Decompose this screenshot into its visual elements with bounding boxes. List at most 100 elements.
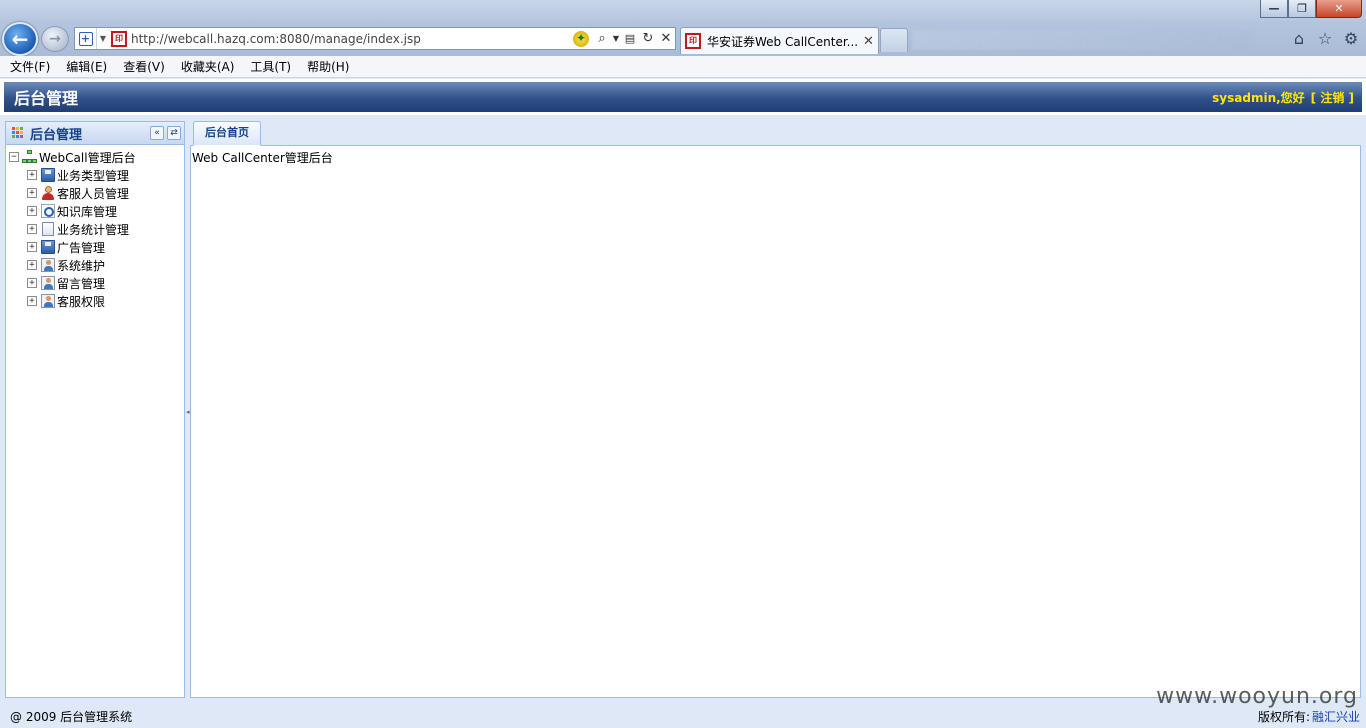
tree-item-label: 客服人员管理 (57, 186, 130, 201)
compatibility-view-icon[interactable]: ✦ (573, 30, 589, 47)
user-icon (40, 185, 55, 201)
menu-favorites[interactable]: 收藏夹(A) (175, 57, 241, 77)
tree-item-knowledge-base[interactable]: + 知识库管理 (9, 202, 184, 220)
app-header: 后台管理 sysadmin,您好 [ 注销 ] (0, 79, 1366, 115)
main-panel: 后台首页 Web CallCenter管理后台 (190, 119, 1361, 698)
menu-edit[interactable]: 编辑(E) (60, 57, 113, 77)
tab-close-icon[interactable]: ✕ (863, 34, 874, 49)
tree-item-ads[interactable]: + 广告管理 (9, 238, 184, 256)
tab-title: 华安证券Web CallCenter... (707, 34, 857, 49)
tab-home[interactable]: 后台首页 (193, 121, 261, 146)
rights-label: 版权所有: (1257, 709, 1310, 724)
nav-tree: − WebCall管理后台 + 业务类型管理 + 客服人员管理 + 知识库管理 … (6, 145, 184, 310)
menu-bar: 文件(F) 编辑(E) 查看(V) 收藏夹(A) 工具(T) 帮助(H) (0, 56, 1366, 78)
tree-item-label: 知识库管理 (57, 204, 118, 219)
collapse-icon[interactable]: − (9, 152, 19, 162)
menu-view[interactable]: 查看(V) (117, 57, 171, 77)
user-area: sysadmin,您好 [ 注销 ] (1212, 89, 1354, 106)
favorites-star-icon[interactable]: ☆ (1316, 29, 1334, 48)
content-tab-strip: 后台首页 (190, 119, 1361, 146)
address-bar: + ▼ 印 ✦ ⌕ ▼ ▤ ↻ ✕ (74, 27, 676, 50)
rights-owner-link[interactable]: 融汇兴业 (1312, 708, 1360, 725)
document-icon (40, 222, 55, 237)
rss-icon[interactable]: ▤ (621, 32, 639, 45)
collapse-panel-button[interactable]: « (150, 126, 164, 140)
expand-icon[interactable]: + (27, 242, 37, 252)
url-input[interactable] (131, 29, 573, 48)
forward-button[interactable]: → (41, 26, 69, 52)
search-doc-icon (40, 204, 55, 219)
expand-icon[interactable]: + (27, 188, 37, 198)
new-tab-button[interactable] (880, 28, 908, 52)
tab-favicon: 印 (685, 33, 701, 49)
refresh-icon[interactable]: ↻ (639, 31, 657, 46)
tree-item-staff[interactable]: + 客服人员管理 (9, 184, 184, 202)
address-dropdown-icon[interactable]: ▼ (97, 34, 109, 43)
tree-item-permissions[interactable]: + 客服权限 (9, 292, 184, 310)
menu-tools[interactable]: 工具(T) (244, 57, 297, 77)
back-button[interactable]: ← (2, 22, 38, 56)
nav-panel-header: 后台管理 « ⇄ (6, 122, 184, 145)
tree-item-messages[interactable]: + 留言管理 (9, 274, 184, 292)
home-icon[interactable]: ⌂ (1290, 29, 1308, 48)
site-favicon: 印 (111, 30, 127, 47)
floppy-icon (40, 240, 55, 255)
floppy-icon (40, 168, 55, 183)
tree-item-business-type[interactable]: + 业务类型管理 (9, 166, 184, 184)
refresh-tree-button[interactable]: ⇄ (167, 126, 181, 140)
app-header-bar: 后台管理 sysadmin,您好 [ 注销 ] (4, 82, 1362, 112)
grid-icon (12, 127, 24, 139)
watermark: www.wooyun.org (1156, 684, 1358, 709)
nav-panel: 后台管理 « ⇄ − WebCall管理后台 + 业务类型管理 + 客服人员管理… (5, 121, 185, 698)
add-favorite-button[interactable]: + (75, 28, 97, 49)
expand-icon[interactable]: + (27, 296, 37, 306)
expand-icon[interactable]: + (27, 278, 37, 288)
chevron-down-icon[interactable]: ▼ (611, 34, 621, 43)
menu-help[interactable]: 帮助(H) (301, 57, 355, 77)
expand-icon[interactable]: + (27, 260, 37, 270)
tree-item-label: 系统维护 (57, 258, 106, 273)
content-area: Web CallCenter管理后台 (190, 146, 1361, 698)
expand-icon[interactable]: + (27, 206, 37, 216)
app-title: 后台管理 (14, 89, 79, 108)
double-chevron-left-icon: « (154, 128, 160, 138)
back-arrow-icon: ← (11, 27, 29, 51)
browser-toolbar-icons: ⌂ ☆ ⚙ (1290, 29, 1360, 48)
welcome-text: Web CallCenter管理后台 (192, 151, 333, 165)
restore-icon: ❐ (1297, 2, 1307, 15)
menu-file[interactable]: 文件(F) (4, 57, 56, 77)
browser-tab-active[interactable]: 印 华安证券Web CallCenter... ✕ (680, 27, 879, 54)
expand-icon[interactable]: + (27, 170, 37, 180)
search-icon[interactable]: ⌕ (593, 31, 611, 46)
tree-item-label: 业务类型管理 (57, 168, 130, 183)
tree-item-statistics[interactable]: + 业务统计管理 (9, 220, 184, 238)
person-card-icon (40, 276, 55, 291)
tree-item-label: 广告管理 (57, 240, 106, 255)
gear-icon[interactable]: ⚙ (1342, 29, 1360, 48)
close-window-button[interactable]: ✕ (1316, 0, 1362, 18)
tree-root-label: WebCall管理后台 (39, 150, 136, 165)
maximize-button[interactable]: ❐ (1288, 0, 1316, 18)
tree-item-system-maintenance[interactable]: + 系统维护 (9, 256, 184, 274)
background-tabs (912, 30, 1252, 50)
minimize-icon: — (1268, 2, 1280, 15)
person-card-icon (40, 294, 55, 309)
tree-item-label: 留言管理 (57, 276, 106, 291)
plus-icon: + (78, 31, 93, 46)
nav-panel-title: 后台管理 (30, 127, 83, 143)
stop-icon[interactable]: ✕ (657, 31, 675, 46)
tree-root[interactable]: − WebCall管理后台 (9, 148, 184, 166)
user-greeting: sysadmin,您好 (1212, 90, 1305, 105)
refresh-icon: ⇄ (170, 128, 178, 138)
logout-link[interactable]: [ 注销 ] (1311, 89, 1354, 106)
org-chart-icon (22, 150, 37, 165)
close-icon: ✕ (1334, 2, 1344, 15)
window-controls: — ❐ ✕ (1260, 0, 1362, 18)
tree-item-label: 客服权限 (57, 294, 106, 309)
minimize-button[interactable]: — (1260, 0, 1288, 18)
tree-item-label: 业务统计管理 (57, 222, 130, 237)
copyright-text: @ 2009 后台管理系统 (10, 709, 133, 724)
forward-arrow-icon: → (49, 31, 61, 47)
person-card-icon (40, 258, 55, 273)
expand-icon[interactable]: + (27, 224, 37, 234)
